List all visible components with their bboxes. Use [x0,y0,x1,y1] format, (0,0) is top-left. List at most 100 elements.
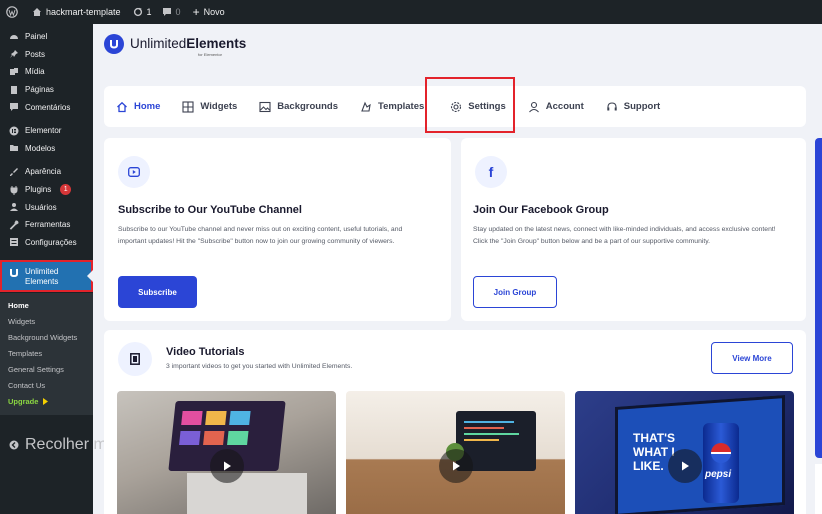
new-label: Novo [203,7,225,17]
play-button-icon[interactable] [210,449,244,483]
settings-icon [8,237,19,248]
sidebar-item-label: Mídia [25,67,45,77]
tab-backgrounds[interactable]: Backgrounds [259,101,338,113]
video-tutorials-subtitle: 3 important videos to get you started wi… [166,363,353,370]
facebook-icon: f [475,156,507,188]
home-icon [33,8,41,16]
admin-bar: hackmart-template 1 0 + Novo [0,0,822,24]
brush-icon [8,166,19,177]
play-button-icon[interactable] [668,449,702,483]
comments-link[interactable]: 0 [162,7,181,17]
subscribe-button[interactable]: Subscribe [118,276,197,308]
updates-link[interactable]: 1 [133,7,152,17]
tab-support[interactable]: Support [606,101,660,113]
logo-mark-icon [104,34,124,54]
submenu-widgets[interactable]: Widgets [0,313,93,329]
submenu-upgrade[interactable]: Upgrade [0,393,93,409]
sidebar-item-modelos[interactable]: Modelos [0,140,93,158]
unlimited-elements-submenu: Home Widgets Background Widgets Template… [0,293,93,415]
elementor-icon [8,125,19,136]
unlimited-elements-icon [10,269,18,277]
sidebar-item-ferramentas[interactable]: Ferramentas [0,216,93,234]
sidebar-item-plugins[interactable]: Plugins 1 [0,181,93,199]
soda-can-illustration: pepsi [703,423,739,503]
comment-icon [162,8,171,16]
play-button-icon[interactable] [439,449,473,483]
submenu-background-widgets[interactable]: Background Widgets [0,329,93,345]
sidebar-item-midia[interactable]: Mídia [0,63,93,81]
headset-icon [607,101,617,110]
youtube-card-title: Subscribe to Our YouTube Channel [118,204,302,216]
sidebar-item-label: Plugins [25,185,52,195]
join-group-button[interactable]: Join Group [473,276,557,308]
comments-icon [8,102,19,113]
sidebar-item-paginas[interactable]: Páginas [0,81,93,99]
grid-icon [182,100,194,113]
submenu-templates[interactable]: Templates [0,345,93,361]
sidebar-item-aparencia[interactable]: Aparência [0,163,93,181]
sidebar-item-label: Posts [25,49,46,59]
tab-templates[interactable]: Templates [360,101,424,113]
sidebar-item-label: Configurações [25,237,77,247]
submenu-general-settings[interactable]: General Settings [0,361,93,377]
users-icon [8,202,19,213]
tab-home-label: Home [134,101,161,112]
sidebar-item-posts[interactable]: Posts [0,46,93,64]
site-name-link[interactable]: hackmart-template [32,7,121,17]
sidebar-item-label: Modelos [25,143,56,153]
sidebar-item-usuarios[interactable]: Usuários [0,198,93,216]
submenu-home[interactable]: Home [0,297,93,313]
sidebar-item-configuracoes[interactable]: Configurações [0,234,93,252]
tab-widgets-label: Widgets [200,101,238,112]
sidebar-item-comentarios[interactable]: Comentários [0,98,93,116]
view-more-button[interactable]: View More [711,342,793,374]
sidebar-item-unlimited-elements[interactable]: Unlimited Elements [0,260,93,292]
video-thumbnail-3[interactable]: THAT'S WHAT I LIKE. pepsi [575,391,794,514]
arrow-right-icon [43,397,49,405]
right-edge-banner [815,138,822,458]
home-icon [117,101,127,112]
site-name: hackmart-template [46,7,121,17]
tab-widgets[interactable]: Widgets [182,100,238,113]
refresh-icon [133,7,142,17]
sidebar-item-label: Comentários [25,102,71,112]
image-icon [259,101,271,112]
user-icon [528,101,539,112]
wrench-icon [8,219,19,230]
youtube-card: Subscribe to Our YouTube Channel Subscri… [104,138,451,321]
submenu-contact-us[interactable]: Contact Us [0,377,93,393]
video-tutorials-title: Video Tutorials [166,346,245,358]
wordpress-logo-icon[interactable] [6,6,18,18]
logo-brand-bold: Elements [186,36,247,51]
facebook-card: f Join Our Facebook Group Stay updated o… [461,138,806,321]
video-thumbnail-2[interactable] [346,391,565,514]
tab-backgrounds-label: Backgrounds [277,101,338,112]
sidebar-item-label: Páginas [25,85,54,95]
video-thumbnail-1[interactable] [117,391,336,514]
logo-subtitle: for Elementor [198,52,223,57]
right-edge-panel [815,464,822,514]
tab-account[interactable]: Account [528,101,584,113]
plugin-icon [8,184,19,195]
plus-icon: + [192,5,200,19]
tab-home[interactable]: Home [116,101,160,113]
facebook-card-body: Stay updated on the latest news, connect… [473,226,776,245]
updates-count: 1 [146,7,152,17]
pin-icon [8,49,19,60]
settings-highlight-box [425,77,515,133]
templates-icon [361,101,371,112]
sidebar-item-painel[interactable]: Painel [0,28,93,46]
sidebar-item-label: Painel [25,32,48,42]
facebook-card-title: Join Our Facebook Group [473,204,609,216]
comments-count: 0 [175,7,181,17]
new-link[interactable]: + Novo [192,5,225,19]
media-icon [8,66,19,77]
sidebar-item-label: Usuários [25,202,57,212]
sidebar-item-elementor[interactable]: Elementor [0,122,93,140]
unlimited-elements-logo: UnlimitedElements for Elementor [104,34,247,57]
tab-account-label: Account [545,101,584,112]
active-item-line1: Unlimited [25,267,59,276]
active-item-line2: Elements [25,277,59,286]
can-brand-text: pepsi [705,469,732,480]
admin-menu: Painel Posts Mídia Páginas Comentários Elemen… [0,28,93,251]
